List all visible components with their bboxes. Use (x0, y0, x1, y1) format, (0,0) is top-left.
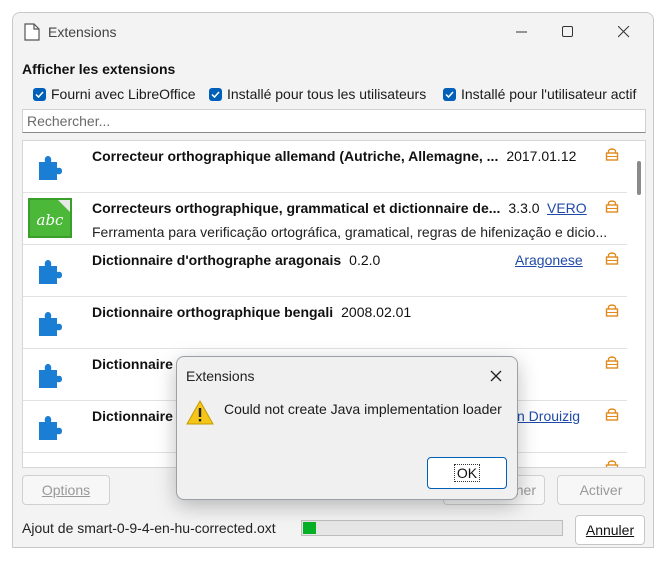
activate-button[interactable]: Activer (557, 475, 645, 505)
extension-name: Dictionnaire d'orthographe aragonais 0.2.… (92, 252, 381, 268)
minimize-button[interactable] (499, 13, 545, 51)
minimize-icon (516, 31, 527, 33)
filter-bundled-label: Fourni avec LibreOffice (51, 86, 196, 102)
maximize-button[interactable] (545, 13, 591, 51)
lock-icon (605, 356, 619, 369)
filter-shared-label: Installé pour tous les utilisateurs (227, 86, 427, 102)
title-bar: Extensions (13, 13, 653, 51)
list-item[interactable]: Correcteur orthographique allemand (Autr… (23, 141, 627, 193)
warning-icon (186, 399, 214, 425)
extension-name: Correcteurs orthographique, grammatical … (92, 200, 540, 216)
extension-name: Correcteur orthographique allemand (Autr… (92, 148, 577, 164)
lock-icon (605, 252, 619, 265)
progress-fill (303, 522, 316, 534)
puzzle-icon (39, 260, 62, 284)
puzzle-icon (39, 312, 62, 336)
install-progress-bar (301, 520, 563, 536)
publisher-link[interactable]: n Drouizig (517, 408, 580, 424)
section-title: Afficher les extensions (22, 61, 176, 77)
search-input[interactable] (22, 109, 646, 133)
filter-user-label: Installé pour l'utilisateur actif (461, 86, 637, 102)
extension-name: Dictionnaire (92, 356, 173, 372)
lock-icon (605, 460, 619, 467)
abc-icon: abc (28, 198, 72, 238)
cancel-button[interactable]: Annuler (575, 515, 645, 545)
filter-shared-checkbox[interactable]: Installé pour tous les utilisateurs (209, 85, 426, 103)
extension-name: Dictionnaire orthographique bengali 2008.… (92, 304, 412, 320)
list-item[interactable]: Dictionnaire d'orthographe aragonais 0.2.… (23, 245, 627, 297)
ok-button[interactable]: OK (427, 457, 507, 489)
close-icon (618, 26, 630, 38)
extension-name: Dictionnaire (92, 408, 173, 424)
puzzle-icon (39, 416, 62, 440)
options-button[interactable]: Options (22, 475, 110, 505)
dialog-title: Extensions (186, 368, 255, 384)
extension-description: Ferramenta para verificação ortográfica,… (92, 224, 608, 240)
close-button[interactable] (601, 13, 647, 51)
dialog-close-button[interactable] (483, 365, 509, 387)
dialog-message: Could not create Java implementation loa… (224, 401, 502, 417)
lock-icon (605, 200, 619, 213)
checkbox-checked-icon (209, 87, 222, 101)
filter-bundled-checkbox[interactable]: Fourni avec LibreOffice (33, 85, 195, 103)
puzzle-icon (39, 364, 62, 388)
maximize-icon (562, 26, 573, 37)
list-item[interactable]: abc Correcteurs orthographique, grammati… (23, 193, 627, 245)
checkbox-checked-icon (443, 87, 456, 101)
lock-icon (605, 148, 619, 161)
lock-icon (605, 408, 619, 421)
libreoffice-document-icon (24, 23, 40, 41)
list-scrollbar[interactable] (637, 161, 641, 195)
error-dialog: Extensions Could not create Java impleme… (176, 356, 518, 500)
checkbox-checked-icon (33, 87, 46, 101)
status-text: Ajout de smart-0-9-4-en-hu-corrected.oxt (22, 520, 276, 536)
filter-user-checkbox[interactable]: Installé pour l'utilisateur actif (443, 85, 636, 103)
publisher-link[interactable]: VERO (547, 200, 587, 216)
close-icon (490, 370, 502, 382)
svg-text:abc: abc (37, 211, 65, 229)
puzzle-icon (39, 156, 62, 180)
window-title: Extensions (48, 24, 117, 40)
lock-icon (605, 304, 619, 317)
list-item[interactable]: Dictionnaire orthographique bengali 2008.… (23, 297, 627, 349)
publisher-link[interactable]: Aragonese (515, 252, 583, 268)
